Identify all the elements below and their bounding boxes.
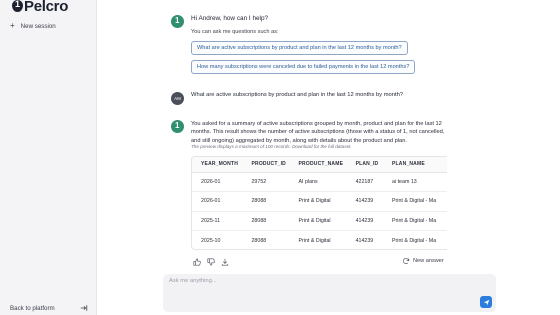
column-header: PLAN_ID: [346, 157, 383, 173]
table-row: 2026-01 28088 Print & Digital 414239 Pri…: [192, 191, 447, 212]
table-cell: 414239: [355, 237, 374, 244]
table-cell: Print & Digital - Ma: [382, 211, 447, 231]
table-cell: 29752: [242, 172, 290, 192]
new-session-button[interactable]: + New session: [10, 22, 56, 30]
table-cell: 414239: [346, 211, 383, 231]
table-cell: 28088: [242, 191, 290, 212]
plus-icon: +: [10, 21, 15, 30]
message-composer: [163, 274, 496, 312]
exit-icon: [80, 305, 88, 311]
bot-avatar: [171, 120, 184, 133]
table-cell: ai team 13: [382, 172, 447, 192]
brand-logo[interactable]: Pelcro: [12, 0, 69, 15]
table-row: 2026-01 29752 AI plans 422187 ai team 13: [192, 172, 447, 192]
refresh-icon: [403, 258, 410, 264]
table-cell: 28088: [251, 237, 267, 244]
table-cell: 2026-01: [192, 172, 243, 192]
table-cell: 2026-01: [192, 191, 243, 212]
bot-answer-row: [171, 120, 184, 133]
download-icon[interactable]: [221, 258, 229, 266]
feedback-actions: [193, 258, 229, 266]
table-cell: Print & Digital - Ma: [382, 191, 447, 212]
table-cell: Print & Digital: [298, 237, 331, 244]
thumbs-down-icon[interactable]: [207, 258, 215, 266]
table-row: 2025-10 28088 Print & Digital 414239 Pri…: [192, 231, 447, 250]
new-answer-button[interactable]: New answer: [402, 257, 444, 265]
greeting-text: Hi Andrew, how can I help?: [191, 15, 269, 22]
suggestion-button-2[interactable]: How many subscriptions were canceled due…: [191, 60, 416, 74]
table-cell: 422187: [346, 172, 383, 192]
user-message-row: AM: [171, 92, 184, 105]
user-question: What are active subscriptions by product…: [191, 92, 404, 98]
table-cell: Print & Digital - Ma: [391, 237, 437, 244]
table-cell: Print & Digital: [289, 211, 347, 231]
send-button[interactable]: [480, 296, 492, 308]
column-header: YEAR_MONTH: [192, 157, 243, 173]
intro-text: You can ask me questions such as:: [191, 29, 279, 35]
table-cell: 2025-10: [201, 237, 221, 244]
table-cell: 28088: [242, 211, 290, 231]
table-cell: AI plans: [289, 172, 347, 192]
preview-note: The preview displays a maximum of 100 re…: [191, 144, 352, 149]
answer-text: You asked for a summary of active subscr…: [191, 121, 445, 144]
table-row: 2025-11 28088 Print & Digital 414239 Pri…: [192, 211, 447, 231]
results-table[interactable]: YEAR_MONTH PRODUCT_ID PRODUCT_NAME PLAN_…: [191, 156, 447, 250]
table-cell: 2025-11: [192, 211, 243, 231]
new-answer-label: New answer: [413, 258, 444, 264]
message-input[interactable]: [169, 278, 469, 284]
table-cell: Print & Digital: [289, 191, 347, 212]
new-session-label: New session: [20, 22, 56, 30]
bot-avatar: [171, 15, 184, 28]
table-cell: 414239: [346, 191, 383, 212]
column-header: PRODUCT_ID: [242, 157, 290, 173]
pelcro-logo-icon: [12, 0, 23, 12]
send-icon: [483, 299, 489, 305]
thumbs-up-icon[interactable]: [193, 258, 201, 266]
bot-message-row: [171, 15, 184, 28]
column-header: PLAN_NAME: [382, 157, 447, 173]
column-header: PRODUCT_NAME: [289, 157, 347, 173]
sidebar: Pelcro + New session Back to platform: [0, 0, 97, 315]
suggestion-button-1[interactable]: What are active subscriptions by product…: [191, 41, 408, 55]
back-to-platform-button[interactable]: Back to platform: [10, 304, 88, 312]
back-to-platform-label: Back to platform: [10, 304, 55, 312]
brand-name: Pelcro: [24, 0, 69, 15]
user-avatar: AM: [171, 92, 184, 105]
table-header-row: YEAR_MONTH PRODUCT_ID PRODUCT_NAME PLAN_…: [192, 157, 447, 173]
